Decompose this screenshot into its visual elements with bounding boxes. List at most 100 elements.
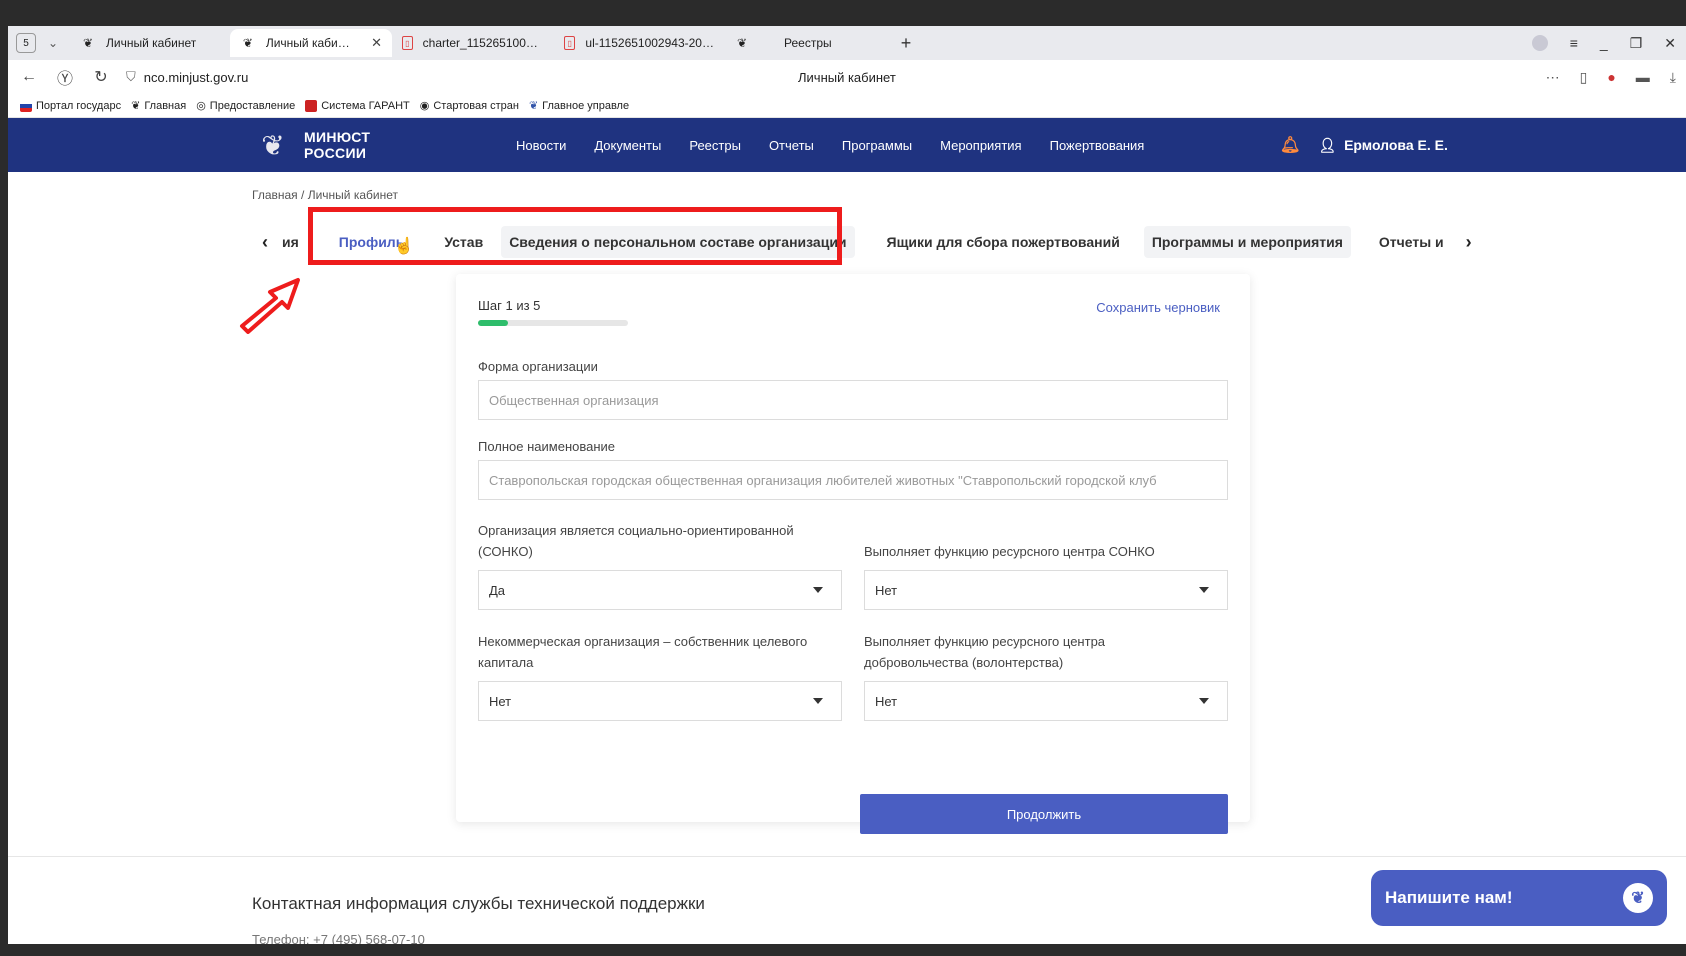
tab-list-chevron-icon[interactable]: ⌄	[42, 32, 64, 54]
minimize-icon[interactable]: _	[1600, 35, 1608, 51]
endowment-label: Некоммерческая организация – собственник…	[478, 634, 808, 670]
eagle-icon: ❦	[528, 100, 539, 112]
bookmark-label: Главное управле	[542, 99, 630, 112]
profile-form-card: Шаг 1 из 5 Сохранить черновик Форма орга…	[456, 274, 1250, 834]
user-name: Ермолова Е. Е.	[1344, 137, 1448, 153]
bookmark-icon[interactable]: ▯	[1580, 69, 1588, 86]
breadcrumb-current: Личный кабинет	[307, 188, 398, 202]
nav-item-news[interactable]: Новости	[516, 138, 566, 153]
resource-center-select[interactable]: Нет	[864, 570, 1228, 610]
garant-icon	[305, 99, 318, 112]
bookmark-label: Стартовая стран	[433, 99, 519, 112]
bookmark-label: Предоставление	[209, 99, 296, 112]
browser-tab[interactable]: ▯ ul-1152651002943-20260	[554, 29, 724, 57]
bookmark-label: Система ГАРАНТ	[321, 99, 410, 112]
browser-tab[interactable]: ❦ Реестры	[724, 29, 884, 57]
full-name-label: Полное наименование	[478, 439, 616, 454]
caret-down-icon	[1199, 698, 1209, 704]
chevron-left-icon[interactable]: ‹	[258, 232, 272, 253]
org-form-label: Форма организации	[478, 359, 598, 374]
restore-icon[interactable]: ❐	[1630, 35, 1643, 52]
browser-tab-active[interactable]: ❦ Личный кабинет ✕	[230, 29, 392, 57]
extension-icon[interactable]: ●	[1607, 69, 1615, 85]
tab-count-badge[interactable]: 5	[16, 33, 36, 53]
progress-fill	[478, 320, 508, 326]
breadcrumb-home[interactable]: Главная	[252, 188, 298, 202]
tab-programs-events[interactable]: Программы и мероприятия	[1143, 226, 1351, 258]
header-user-area: 🔔︎ 👤︎ Ермолова Е. Е.	[1280, 135, 1448, 155]
minjust-favicon-icon: ❦	[736, 36, 748, 50]
menu-icon[interactable]: ≡	[1570, 35, 1578, 51]
nav-item-programs[interactable]: Программы	[842, 138, 912, 153]
volunteer-center-select[interactable]: Нет	[864, 681, 1228, 721]
reload-icon[interactable]: ↻	[90, 67, 112, 87]
pdf-favicon-icon: ▯	[564, 36, 576, 50]
nav-item-documents[interactable]: Документы	[594, 138, 661, 153]
continue-button[interactable]: Продолжить	[860, 794, 1228, 834]
tab-donation-boxes[interactable]: Ящики для сбора пожертвований	[879, 226, 1128, 258]
tab-title: Реестры	[784, 36, 832, 50]
browser-tab[interactable]: ❦ Личный кабинет	[70, 29, 230, 57]
bookmark-item[interactable]: ◉ Стартовая стран	[419, 99, 519, 113]
page-title: Личный кабинет	[798, 69, 896, 85]
bookmark-item[interactable]: ◎ Предоставление	[196, 99, 296, 113]
download-icon[interactable]: ⤓	[1670, 69, 1676, 86]
nav-item-reports[interactable]: Отчеты	[769, 138, 814, 153]
bookmark-item[interactable]: Портал государс	[20, 99, 122, 112]
bookmarks-bar: Портал государс ❦ Главная ◎ Предоставление…	[8, 94, 1686, 118]
footer-title: Контактная информация службы технической…	[252, 894, 705, 913]
more-dots-icon[interactable]: ⋯	[1546, 69, 1560, 86]
footer-divider	[8, 856, 1686, 857]
logo-line: РОССИИ	[304, 145, 367, 161]
browser-tab[interactable]: ▯ charter_1152651002943.p	[392, 29, 554, 57]
pdf-favicon-icon: ▯	[402, 36, 413, 50]
close-tab-icon[interactable]: ✕	[371, 35, 382, 51]
bookmark-item[interactable]: Система ГАРАНТ	[305, 99, 410, 112]
profile-avatar-icon[interactable]	[1531, 35, 1548, 51]
full-name-field[interactable]: Ставропольская городская общественная ор…	[478, 460, 1228, 500]
notification-bell-icon[interactable]: 🔔︎	[1280, 135, 1300, 155]
tab-partial-prev[interactable]: ия	[282, 226, 307, 258]
hand-cursor-icon: ☝	[394, 238, 414, 255]
nav-item-registries[interactable]: Реестры	[689, 138, 741, 153]
endowment-select[interactable]: Нет	[478, 681, 842, 721]
chevron-right-icon[interactable]: ›	[1462, 232, 1476, 253]
vpn-shield-icon[interactable]: ▬	[1636, 69, 1650, 85]
sonko-select[interactable]: Да	[478, 570, 842, 610]
user-menu[interactable]: 👤︎ Ермолова Е. Е.	[1318, 137, 1448, 154]
site-logo[interactable]: ❦ МИНЮСТ РОССИИ	[252, 124, 370, 166]
caret-down-icon	[1199, 587, 1209, 593]
back-arrow-icon[interactable]: ←	[18, 68, 40, 86]
org-form-field[interactable]: Общественная организация	[478, 380, 1228, 420]
tab-title: ul-1152651002943-20260	[585, 36, 714, 50]
nav-item-events[interactable]: Мероприятия	[940, 138, 1022, 153]
url-field[interactable]: ⛉ nco.minjust.gov.ru	[126, 69, 248, 85]
bookmark-label: Портал государс	[36, 99, 122, 112]
step-indicator: Шаг 1 из 5	[478, 298, 541, 313]
bookmark-item[interactable]: ❦ Главное управле	[528, 99, 630, 113]
address-bar: ← Ⓨ ↻ ⛉ nco.minjust.gov.ru Личный кабине…	[8, 60, 1686, 94]
minjust-favicon-icon: ❦	[242, 36, 253, 50]
user-icon: 👤︎	[1318, 136, 1337, 153]
emblem-icon: ◉	[419, 100, 430, 112]
sonko-label: Организация является социально-ориентиро…	[478, 523, 794, 559]
tab-title: Личный кабинет	[265, 36, 356, 50]
yandex-icon[interactable]: Ⓨ	[54, 65, 76, 89]
nav-item-donations[interactable]: Пожертвования	[1050, 138, 1145, 153]
breadcrumb: Главная / Личный кабинет	[252, 188, 398, 202]
resource-center-value: Нет	[875, 582, 898, 598]
chat-widget-button[interactable]: Напишите нам! ❦	[1371, 870, 1667, 926]
bookmark-item[interactable]: ❦ Главная	[131, 99, 186, 113]
url-text: nco.minjust.gov.ru	[143, 69, 249, 85]
seal-icon: ◎	[196, 100, 206, 112]
tab-reports-partial[interactable]: Отчеты и	[1371, 226, 1452, 258]
step-progress-bar	[478, 320, 628, 326]
resource-center-label: Выполняет функцию ресурсного центра СОНК…	[864, 544, 1155, 559]
close-window-icon[interactable]: ✕	[1664, 35, 1676, 52]
new-tab-plus-icon[interactable]: +	[894, 31, 918, 55]
sonko-value: Да	[489, 582, 506, 598]
minjust-favicon-icon: ❦	[82, 36, 94, 50]
minjust-icon: ❦	[131, 100, 141, 112]
volunteer-center-value: Нет	[875, 693, 898, 709]
save-draft-link[interactable]: Сохранить черновик	[1096, 300, 1220, 315]
